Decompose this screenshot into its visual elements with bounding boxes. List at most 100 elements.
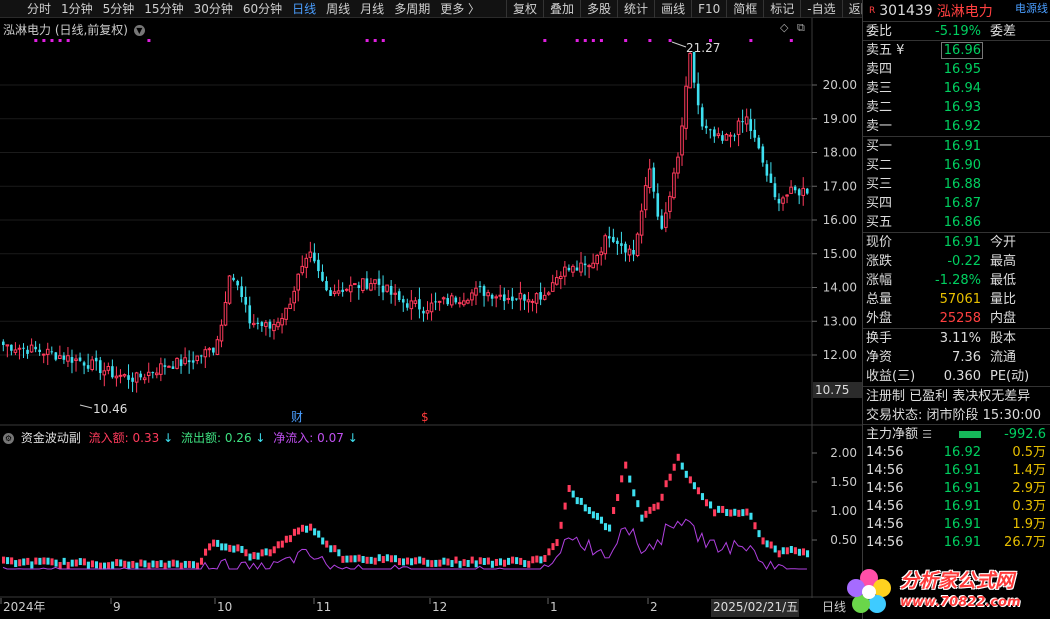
candle: [688, 51, 692, 89]
stat2-value: 0.360: [943, 369, 981, 384]
dividend-event-marker[interactable]: $: [421, 410, 429, 424]
ask-row[interactable]: 卖二 16.93: [863, 98, 1050, 117]
flow-bar: [86, 561, 90, 569]
stat2-label-2: 股本: [990, 331, 1017, 346]
candle: [797, 187, 801, 205]
tick-time: 14:56: [866, 535, 904, 550]
candle: [187, 350, 191, 374]
flow-bar: [769, 541, 773, 549]
candle: [579, 251, 583, 277]
high-pointer: [671, 41, 687, 48]
candle: [612, 228, 615, 244]
candle: [526, 292, 531, 313]
kline-chart[interactable]: 20.00 19.00 18.00 17.00 16.00 15.00 14.00 13.00…: [0, 0, 862, 619]
candle: [127, 364, 130, 389]
flow-bar: [123, 560, 127, 568]
candle: [486, 289, 490, 302]
candle: [66, 347, 70, 367]
flow-bar: [446, 558, 450, 566]
candle: [575, 260, 579, 271]
flow-bar: [321, 537, 325, 545]
candle: [709, 128, 712, 139]
candle: [308, 241, 313, 263]
ind-tick-label: 1.00: [830, 504, 857, 518]
ask-row[interactable]: 卖四 16.95: [863, 60, 1050, 79]
tick-time: 14:56: [866, 445, 904, 460]
flow-bar: [70, 559, 74, 567]
flow-bar: [616, 494, 620, 502]
indicator-gear-icon[interactable]: ⚙: [3, 433, 14, 444]
candle: [321, 264, 324, 282]
ask-price: 16.93: [943, 100, 981, 115]
candle: [131, 372, 134, 393]
ask-row[interactable]: 卖五 ¥ 16.96: [863, 41, 1050, 60]
candle: [118, 369, 123, 384]
candle: [219, 319, 224, 348]
flow-bar: [393, 555, 397, 563]
candle: [171, 360, 175, 370]
flow-bar: [54, 559, 58, 567]
candle: [207, 347, 212, 358]
candle: [276, 317, 280, 331]
flow-bar: [761, 537, 765, 545]
candle: [2, 339, 5, 352]
candle: [458, 296, 462, 308]
flow-bar: [757, 530, 761, 538]
ind-tick-label: 1.50: [830, 475, 857, 489]
flow-bar: [397, 558, 402, 566]
price-tick-label: 17.00: [823, 179, 857, 193]
main-net-row[interactable]: 主力净额 ☰ -992.6: [863, 425, 1050, 444]
ask-row[interactable]: 卖三 16.94: [863, 79, 1050, 98]
bid-price: 16.88: [943, 177, 981, 192]
tick-volume: 1.9万: [1012, 517, 1046, 532]
finance-event-marker[interactable]: 财: [291, 410, 303, 424]
date-tick-label: 1: [550, 600, 558, 614]
candle: [38, 343, 41, 356]
bid-row[interactable]: 买一 16.91: [863, 137, 1050, 156]
candle: [256, 317, 260, 330]
sector-tag[interactable]: 电源线: [1015, 0, 1048, 16]
candle: [591, 253, 595, 269]
candle: [223, 291, 228, 327]
signal-marker: [599, 39, 603, 42]
flow-bar: [264, 548, 268, 556]
candle: [761, 143, 765, 167]
list-icon[interactable]: ☰: [922, 428, 932, 441]
flow-bar: [18, 559, 22, 567]
stat2-row: 收益(三) 0.360 PE(动): [863, 367, 1050, 386]
tick-volume: 2.9万: [1012, 481, 1046, 496]
ask-price: 16.95: [943, 62, 981, 77]
flow-bar: [680, 462, 684, 470]
price-tick-label: 20.00: [823, 78, 857, 92]
flow-bar: [466, 559, 470, 567]
bid-row[interactable]: 买五 16.86: [863, 213, 1050, 232]
ask-row[interactable]: 卖一 16.92: [863, 117, 1050, 136]
bid-row[interactable]: 买四 16.87: [863, 194, 1050, 213]
flow-bar: [474, 560, 478, 568]
candle: [102, 362, 107, 387]
flow-bar: [187, 560, 191, 568]
candle: [716, 127, 721, 139]
flow-bar: [30, 561, 34, 569]
flow-bar: [90, 560, 94, 568]
candle: [789, 180, 793, 194]
flow-bar: [801, 548, 806, 556]
signal-marker: [591, 39, 595, 42]
stat-value: -0.22: [947, 254, 981, 269]
signal-marker: [381, 39, 385, 42]
candle: [264, 319, 268, 336]
candle: [122, 373, 127, 378]
flow-bar: [300, 524, 305, 532]
info-line-2-text: 交易状态: 闭市阶段 15:30:00: [866, 408, 1042, 423]
flow-bar: [22, 558, 26, 566]
flow-bar: [684, 470, 688, 478]
candle: [406, 298, 409, 311]
flow-bar: [414, 557, 418, 565]
candle: [151, 371, 155, 379]
bid-row[interactable]: 买二 16.90: [863, 156, 1050, 175]
stat-value: 57061: [939, 292, 981, 307]
flow-bar: [325, 540, 329, 548]
stat-row: 涨跌 -0.22 最高: [863, 252, 1050, 271]
bid-row[interactable]: 买三 16.88: [863, 175, 1050, 194]
flow-bar: [42, 557, 46, 565]
